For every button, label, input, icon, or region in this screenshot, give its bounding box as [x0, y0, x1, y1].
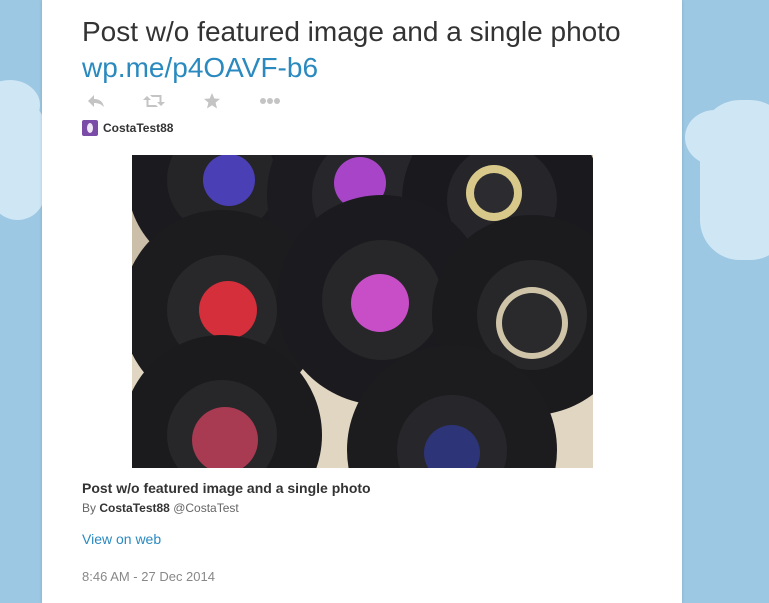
reply-icon — [88, 95, 104, 107]
retweet-button[interactable] — [140, 90, 168, 112]
reply-button[interactable] — [82, 90, 110, 112]
card-title[interactable]: Post w/o featured image and a single pho… — [82, 480, 371, 496]
more-button[interactable] — [256, 90, 284, 112]
retweet-icon — [143, 95, 165, 107]
background-cloud — [700, 100, 769, 260]
card-byline: By CostaTest88 @CostaTest — [82, 501, 239, 515]
more-icon — [260, 98, 280, 104]
by-name[interactable]: CostaTest88 — [99, 501, 169, 515]
tweet-title: Post w/o featured image and a single pho… — [82, 16, 621, 47]
timestamp[interactable]: 8:46 AM - 27 Dec 2014 — [82, 569, 215, 584]
background-cloud — [0, 100, 45, 220]
avatar[interactable] — [82, 120, 98, 136]
by-prefix: By — [82, 501, 97, 515]
post-photo[interactable] — [132, 155, 593, 468]
tweet-actions — [82, 90, 284, 112]
records-photo — [132, 155, 593, 468]
author-name[interactable]: CostaTest88 — [103, 121, 173, 135]
tweet-card: Post w/o featured image and a single pho… — [42, 0, 682, 603]
tweet-link[interactable]: wp.me/p4OAVF-b6 — [82, 50, 318, 86]
by-handle[interactable]: @CostaTest — [173, 501, 239, 515]
star-icon — [204, 93, 220, 109]
author-row[interactable]: CostaTest88 — [82, 120, 173, 136]
favorite-button[interactable] — [198, 90, 226, 112]
view-on-web-link[interactable]: View on web — [82, 531, 161, 547]
